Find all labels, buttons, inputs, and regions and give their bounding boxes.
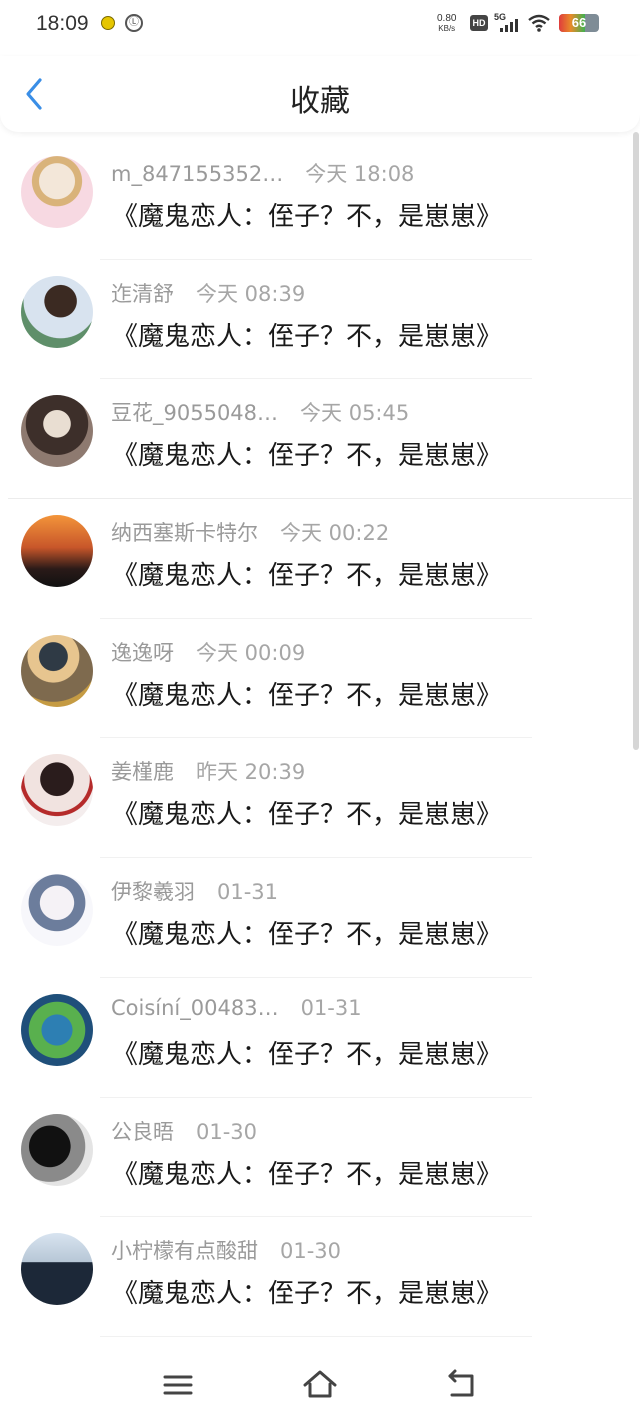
timestamp: 今天 00:22 bbox=[280, 521, 390, 546]
avatar[interactable] bbox=[21, 1233, 93, 1306]
list-item[interactable]: 逸逸呀 今天 00:09 《魔鬼恋人：侄子？不，是崽崽》 bbox=[0, 619, 632, 739]
username[interactable]: 迮清舒 bbox=[111, 282, 174, 306]
item-meta: 纳西塞斯卡特尔 今天 00:22 bbox=[111, 517, 389, 547]
scrollbar[interactable] bbox=[633, 132, 639, 750]
favorite-title[interactable]: 《魔鬼恋人：侄子？不，是崽崽》 bbox=[112, 675, 502, 712]
timestamp: 01-31 bbox=[300, 995, 362, 1020]
username[interactable]: 公良晤 bbox=[111, 1120, 174, 1144]
wifi-icon bbox=[528, 14, 550, 32]
avatar[interactable] bbox=[21, 754, 93, 827]
item-meta: 逸逸呀 今天 00:09 bbox=[111, 637, 305, 667]
hd-badge: HD bbox=[470, 15, 488, 31]
divider bbox=[100, 1335, 532, 1337]
username[interactable]: m_847155352… bbox=[111, 162, 283, 186]
favorite-title[interactable]: 《魔鬼恋人：侄子？不，是崽崽》 bbox=[112, 316, 502, 353]
item-meta: 豆花_9055048… 今天 05:45 bbox=[111, 397, 409, 427]
timestamp: 昨天 20:39 bbox=[196, 760, 306, 785]
username[interactable]: 逸逸呀 bbox=[111, 641, 174, 665]
timestamp: 01-30 bbox=[196, 1119, 258, 1144]
list-item[interactable]: 姜槿鹿 昨天 20:39 《魔鬼恋人：侄子？不，是崽崽》 bbox=[0, 738, 632, 859]
home-icon bbox=[303, 1370, 337, 1398]
username[interactable]: 豆花_9055048… bbox=[111, 401, 278, 425]
back-nav-button[interactable] bbox=[442, 1368, 482, 1402]
vpn-icon: Ⓛ bbox=[125, 14, 143, 32]
avatar[interactable] bbox=[21, 634, 93, 707]
avatar[interactable] bbox=[21, 874, 93, 947]
avatar[interactable] bbox=[21, 1113, 93, 1186]
battery-icon: 66 bbox=[559, 14, 599, 32]
header: 收藏 bbox=[0, 56, 640, 132]
list-item[interactable]: 伊黎羲羽 01-31 《魔鬼恋人：侄子？不，是崽崽》 bbox=[0, 858, 632, 978]
username[interactable]: 纳西塞斯卡特尔 bbox=[111, 521, 258, 545]
item-meta: 姜槿鹿 昨天 20:39 bbox=[111, 756, 305, 786]
list-item[interactable]: m_847155352… 今天 18:08 《魔鬼恋人：侄子？不，是崽崽》 bbox=[0, 140, 632, 260]
item-meta: 伊黎羲羽 01-31 bbox=[111, 876, 278, 906]
item-meta: m_847155352… 今天 18:08 bbox=[111, 158, 414, 188]
favorite-title[interactable]: 《魔鬼恋人：侄子？不，是崽崽》 bbox=[112, 555, 502, 592]
list-item[interactable]: 小柠檬有点酸甜 01-30 《魔鬼恋人：侄子？不，是崽崽》 bbox=[0, 1217, 632, 1337]
item-meta: 小柠檬有点酸甜 01-30 bbox=[111, 1235, 341, 1265]
menu-icon bbox=[163, 1375, 193, 1395]
item-meta: Coisíní_00483… 01-31 bbox=[111, 996, 362, 1020]
avatar[interactable] bbox=[21, 275, 93, 348]
username[interactable]: 姜槿鹿 bbox=[111, 760, 174, 784]
favorite-title[interactable]: 《魔鬼恋人：侄子？不，是崽崽》 bbox=[112, 1273, 502, 1310]
favorite-title[interactable]: 《魔鬼恋人：侄子？不，是崽崽》 bbox=[112, 914, 502, 951]
timestamp: 01-31 bbox=[217, 880, 279, 905]
list-item[interactable]: Coisíní_00483… 01-31 《魔鬼恋人：侄子？不，是崽崽》 bbox=[0, 978, 632, 1098]
avatar[interactable] bbox=[21, 993, 93, 1066]
battery-level: 66 bbox=[571, 15, 587, 30]
status-time: 18:09 bbox=[36, 12, 89, 35]
username[interactable]: 伊黎羲羽 bbox=[111, 880, 195, 904]
network-speed: 0.80 KB/s bbox=[437, 14, 456, 34]
notification-icon bbox=[101, 16, 115, 30]
username[interactable]: 小柠檬有点酸甜 bbox=[111, 1239, 258, 1263]
status-bar: 18:09 Ⓛ 0.80 KB/s HD 5G 66 bbox=[0, 0, 640, 48]
timestamp: 今天 18:08 bbox=[305, 162, 415, 186]
signal-icon: 5G bbox=[494, 12, 520, 34]
network-type-label: 5G bbox=[494, 12, 507, 22]
username[interactable]: Coisíní_00483… bbox=[111, 996, 279, 1020]
list-item[interactable]: 豆花_9055048… 今天 05:45 《魔鬼恋人：侄子？不，是崽崽》 bbox=[0, 379, 632, 500]
network-speed-value: 0.80 bbox=[437, 13, 457, 24]
network-speed-unit: KB/s bbox=[438, 24, 456, 33]
item-meta: 公良晤 01-30 bbox=[111, 1116, 257, 1146]
timestamp: 今天 05:45 bbox=[300, 401, 410, 426]
timestamp: 01-30 bbox=[280, 1239, 342, 1264]
favorite-title[interactable]: 《魔鬼恋人：侄子？不，是崽崽》 bbox=[112, 1034, 502, 1071]
list-item[interactable]: 纳西塞斯卡特尔 今天 00:22 《魔鬼恋人：侄子？不，是崽崽》 bbox=[0, 499, 632, 619]
favorite-title[interactable]: 《魔鬼恋人：侄子？不，是崽崽》 bbox=[112, 435, 502, 472]
menu-button[interactable] bbox=[158, 1368, 198, 1402]
favorite-title[interactable]: 《魔鬼恋人：侄子？不，是崽崽》 bbox=[112, 794, 502, 831]
back-icon bbox=[448, 1369, 474, 1397]
avatar[interactable] bbox=[21, 515, 93, 588]
home-button[interactable] bbox=[300, 1368, 340, 1402]
favorite-title[interactable]: 《魔鬼恋人：侄子？不，是崽崽》 bbox=[112, 196, 502, 233]
list-item[interactable]: 迮清舒 今天 08:39 《魔鬼恋人：侄子？不，是崽崽》 bbox=[0, 260, 632, 380]
timestamp: 今天 08:39 bbox=[196, 281, 306, 306]
avatar[interactable] bbox=[21, 156, 93, 228]
avatar[interactable] bbox=[21, 395, 93, 468]
favorite-title[interactable]: 《魔鬼恋人：侄子？不，是崽崽》 bbox=[112, 1154, 502, 1191]
item-meta: 迮清舒 今天 08:39 bbox=[111, 278, 305, 308]
timestamp: 今天 00:09 bbox=[196, 640, 306, 665]
favorites-list: m_847155352… 今天 18:08 《魔鬼恋人：侄子？不，是崽崽》 迮清舒 今天… bbox=[0, 140, 632, 1337]
page-title: 收藏 bbox=[290, 84, 350, 119]
list-item[interactable]: 公良晤 01-30 《魔鬼恋人：侄子？不，是崽崽》 bbox=[0, 1098, 632, 1218]
bottom-nav bbox=[0, 1340, 640, 1422]
